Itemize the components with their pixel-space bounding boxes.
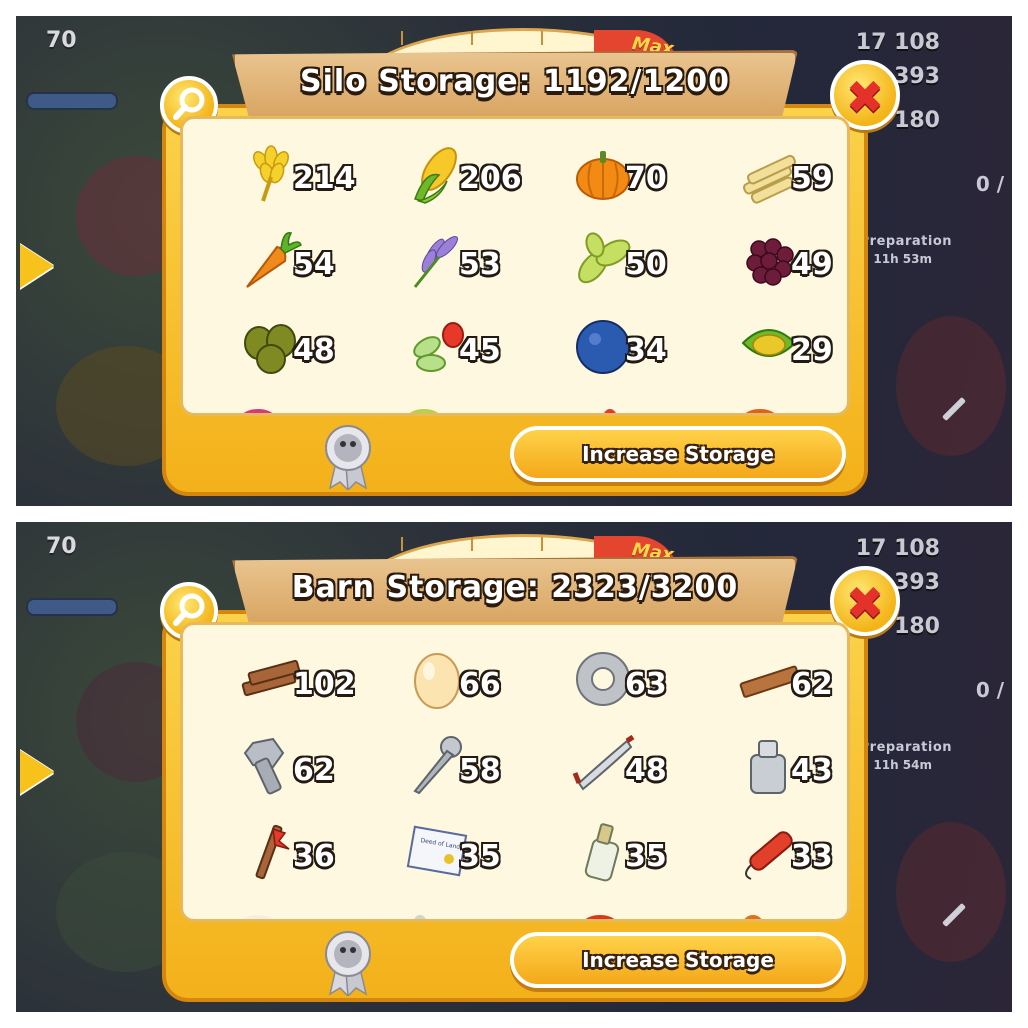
item-quantity: 48 bbox=[625, 753, 667, 788]
item-land-stake[interactable]: 36 bbox=[221, 815, 371, 895]
item-plank[interactable]: 102 bbox=[221, 643, 371, 723]
item-sugarcane[interactable]: 59 bbox=[719, 137, 847, 217]
diamond-count: 393 bbox=[894, 570, 940, 595]
item-quantity: 59 bbox=[791, 161, 833, 196]
item-quantity: 63 bbox=[625, 667, 667, 702]
item-quantity: 34 bbox=[625, 333, 667, 368]
increase-storage-button[interactable]: Increase Storage bbox=[510, 426, 846, 482]
item-olive[interactable]: 48 bbox=[221, 309, 371, 389]
silo-screen: 70 17 108 393 180 0 / Preparation 11h 53… bbox=[16, 16, 1012, 506]
item-pumpkin[interactable]: 70 bbox=[553, 137, 703, 217]
meter-tick bbox=[471, 31, 473, 45]
item-screw[interactable]: 58 bbox=[387, 729, 537, 809]
next-arrow-icon[interactable] bbox=[20, 750, 54, 794]
ribbon-badge-icon bbox=[325, 425, 371, 490]
item-quantity: 62 bbox=[293, 753, 335, 788]
item-saw[interactable]: 48 bbox=[553, 729, 703, 809]
increase-storage-button[interactable]: Increase Storage bbox=[510, 932, 846, 988]
meter-tick bbox=[541, 31, 543, 45]
meter-tick bbox=[401, 537, 403, 551]
bg-scenery bbox=[896, 316, 1006, 456]
meter-tick bbox=[401, 31, 403, 45]
partial-item bbox=[407, 409, 441, 413]
item-bottle[interactable]: 35 bbox=[553, 815, 703, 895]
partial-item bbox=[413, 915, 427, 919]
item-quantity: 206 bbox=[459, 161, 522, 196]
barn-dialog: Max Barn Storage: 2323/3200 ✖ 102 66 63 … bbox=[160, 534, 900, 1002]
item-soybean[interactable]: 50 bbox=[553, 223, 703, 303]
item-quantity: 102 bbox=[293, 667, 356, 702]
preparation-label: Preparation bbox=[859, 740, 952, 755]
ribbon-badge-icon bbox=[325, 931, 371, 996]
coin-count: 17 108 bbox=[855, 30, 940, 55]
level-indicator: 70 bbox=[46, 28, 77, 53]
item-egg[interactable]: 66 bbox=[387, 643, 537, 723]
item-panel: 102 66 63 62 62 58 48 43 36 Deed of Land… bbox=[180, 622, 850, 922]
preparation-timer: 11h 53m bbox=[873, 252, 932, 266]
partial-item bbox=[241, 409, 275, 413]
item-panel: 214 206 70 59 54 53 50 49 48 45 34 29 bbox=[180, 116, 850, 416]
item-milk-can[interactable]: 43 bbox=[719, 729, 847, 809]
item-quantity: 70 bbox=[625, 161, 667, 196]
partial-item bbox=[583, 915, 617, 919]
item-wheat[interactable]: 214 bbox=[221, 137, 371, 217]
item-quantity: 33 bbox=[791, 839, 833, 874]
partial-item bbox=[743, 915, 763, 919]
xp-bar bbox=[26, 92, 118, 110]
xp-count: 180 bbox=[894, 108, 940, 133]
item-quantity: 62 bbox=[791, 667, 833, 702]
diamond-count: 393 bbox=[894, 64, 940, 89]
item-blackberry[interactable]: 49 bbox=[719, 223, 847, 303]
item-pea[interactable]: 45 bbox=[387, 309, 537, 389]
item-quantity: 58 bbox=[459, 753, 501, 788]
page-title: Silo Storage: 1192/1200 bbox=[299, 64, 731, 99]
item-quantity: 43 bbox=[791, 753, 833, 788]
item-quantity: 54 bbox=[293, 247, 335, 282]
item-deed-of-land[interactable]: Deed of Land 35 bbox=[387, 815, 537, 895]
item-quantity: 35 bbox=[625, 839, 667, 874]
bg-scenery bbox=[896, 822, 1006, 962]
item-quantity: 29 bbox=[791, 333, 833, 368]
item-blueberry[interactable]: 34 bbox=[553, 309, 703, 389]
xp-count: 180 bbox=[894, 614, 940, 639]
partial-item bbox=[603, 409, 617, 413]
item-quantity: 214 bbox=[293, 161, 356, 196]
page-title: Barn Storage: 2323/3200 bbox=[291, 570, 739, 605]
partial-item bbox=[743, 409, 777, 413]
item-quantity: 48 bbox=[293, 333, 335, 368]
item-quantity: 35 bbox=[459, 839, 501, 874]
item-duct-tape[interactable]: 63 bbox=[553, 643, 703, 723]
item-quantity: 49 bbox=[791, 247, 833, 282]
silo-dialog: Max Silo Storage: 1192/1200 ✖ 214 206 70… bbox=[160, 28, 900, 496]
level-indicator: 70 bbox=[46, 534, 77, 559]
meter-tick bbox=[541, 537, 543, 551]
item-quantity: 66 bbox=[459, 667, 501, 702]
partial-item bbox=[241, 915, 275, 919]
preparation-label: Preparation bbox=[859, 234, 952, 249]
next-arrow-icon[interactable] bbox=[20, 244, 54, 288]
item-board[interactable]: 62 bbox=[719, 643, 847, 723]
barn-screen: 70 17 108 393 180 0 / Preparation 11h 54… bbox=[16, 522, 1012, 1012]
item-dynamite[interactable]: 33 bbox=[719, 815, 847, 895]
meter-tick bbox=[471, 537, 473, 551]
order-quota: 0 / bbox=[975, 678, 1004, 702]
item-corn[interactable]: 206 bbox=[387, 137, 537, 217]
item-quantity: 36 bbox=[293, 839, 335, 874]
item-carrot[interactable]: 54 bbox=[221, 223, 371, 303]
item-chili-corn[interactable]: 29 bbox=[719, 309, 847, 389]
item-quantity: 53 bbox=[459, 247, 501, 282]
item-quantity: 45 bbox=[459, 333, 501, 368]
item-quantity: 50 bbox=[625, 247, 667, 282]
item-bolt[interactable]: 62 bbox=[221, 729, 371, 809]
order-quota: 0 / bbox=[975, 172, 1004, 196]
xp-bar bbox=[26, 598, 118, 616]
coin-count: 17 108 bbox=[855, 536, 940, 561]
item-lavender[interactable]: 53 bbox=[387, 223, 537, 303]
preparation-timer: 11h 54m bbox=[873, 758, 932, 772]
